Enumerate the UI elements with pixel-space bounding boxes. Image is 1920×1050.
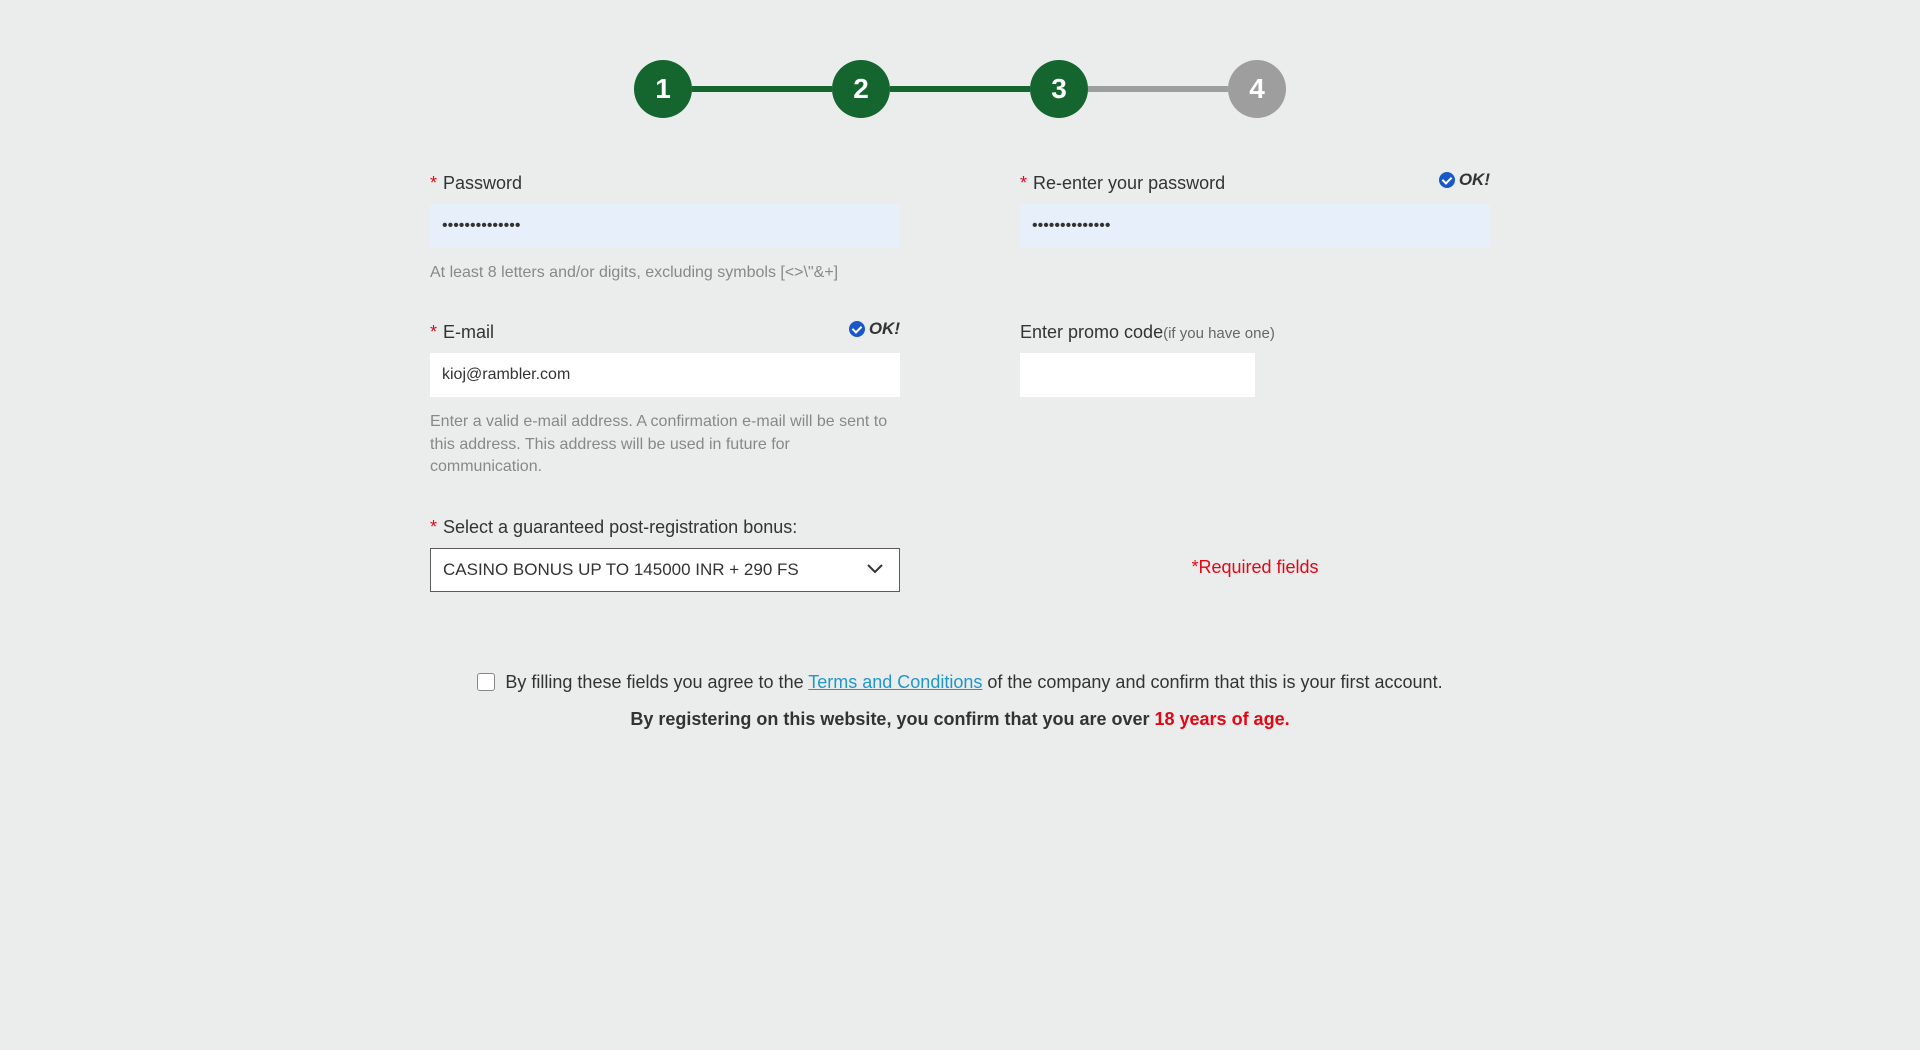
promo-suffix: (if you have one) xyxy=(1163,325,1275,342)
form-fields: * Password At least 8 letters and/or digi… xyxy=(430,173,1490,592)
terms-link[interactable]: Terms and Conditions xyxy=(808,672,982,692)
promo-field-group: Enter promo code(if you have one) xyxy=(1020,322,1490,478)
checkmark-icon xyxy=(1439,172,1455,188)
required-mark: * xyxy=(1020,173,1027,193)
age-prefix: By registering on this website, you conf… xyxy=(630,709,1154,729)
password-label: * Password xyxy=(430,173,900,194)
ok-badge: OK! xyxy=(849,319,900,339)
terms-row: By filling these fields you agree to the… xyxy=(430,672,1490,693)
repassword-input[interactable] xyxy=(1020,204,1490,248)
label-text: Re-enter your password xyxy=(1033,173,1225,193)
age-text: 18 years of age. xyxy=(1155,709,1290,729)
bonus-select[interactable]: CASINO BONUS UP TO 145000 INR + 290 FS xyxy=(431,549,899,591)
terms-suffix: of the company and confirm that this is … xyxy=(982,672,1442,692)
bonus-select-wrap[interactable]: CASINO BONUS UP TO 145000 INR + 290 FS xyxy=(430,548,900,592)
terms-text: By filling these fields you agree to the… xyxy=(505,672,1442,693)
required-mark: * xyxy=(430,173,437,193)
ok-badge: OK! xyxy=(1439,170,1490,190)
bonus-field-group: * Select a guaranteed post-registration b… xyxy=(430,517,900,592)
legal-section: By filling these fields you agree to the… xyxy=(430,672,1490,730)
password-field-group: * Password At least 8 letters and/or digi… xyxy=(430,173,900,284)
label-text: E-mail xyxy=(443,322,494,342)
repassword-label: * Re-enter your password xyxy=(1020,173,1490,194)
promo-label: Enter promo code(if you have one) xyxy=(1020,322,1490,343)
terms-prefix: By filling these fields you agree to the xyxy=(505,672,808,692)
repassword-field-group: OK! * Re-enter your password xyxy=(1020,173,1490,284)
step-connector xyxy=(890,86,1030,92)
bonus-label: * Select a guaranteed post-registration b… xyxy=(430,517,900,538)
required-mark: * xyxy=(430,322,437,342)
email-input[interactable] xyxy=(430,353,900,397)
registration-form: 1 2 3 4 * Password At least 8 letters and… xyxy=(410,0,1510,790)
password-input[interactable] xyxy=(430,204,900,248)
email-label: * E-mail xyxy=(430,322,900,343)
email-hint: Enter a valid e-mail address. A confirma… xyxy=(430,411,900,478)
step-connector xyxy=(692,86,832,92)
required-note-wrap: *Required fields xyxy=(1020,517,1490,592)
step-4: 4 xyxy=(1228,60,1286,118)
checkmark-icon xyxy=(849,321,865,337)
label-text: Select a guaranteed post-registration bo… xyxy=(443,517,797,537)
step-3: 3 xyxy=(1030,60,1088,118)
terms-checkbox[interactable] xyxy=(477,673,495,691)
required-fields-note: *Required fields xyxy=(1020,557,1490,578)
progress-stepper: 1 2 3 4 xyxy=(430,60,1490,118)
required-mark: * xyxy=(430,517,437,537)
label-text: Enter promo code xyxy=(1020,322,1163,342)
promo-input[interactable] xyxy=(1020,353,1255,397)
step-connector xyxy=(1088,86,1228,92)
ok-text: OK! xyxy=(869,319,900,339)
label-text: Password xyxy=(443,173,522,193)
step-1: 1 xyxy=(634,60,692,118)
step-2: 2 xyxy=(832,60,890,118)
email-field-group: OK! * E-mail Enter a valid e-mail address… xyxy=(430,322,900,478)
password-hint: At least 8 letters and/or digits, exclud… xyxy=(430,262,900,284)
ok-text: OK! xyxy=(1459,170,1490,190)
age-row: By registering on this website, you conf… xyxy=(430,709,1490,730)
